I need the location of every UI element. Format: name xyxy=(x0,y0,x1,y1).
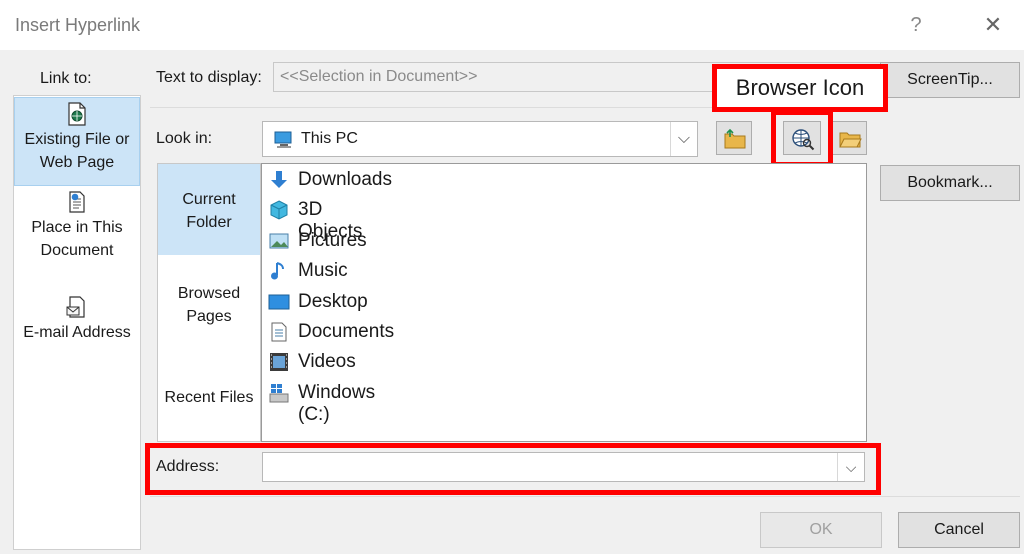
computer-icon xyxy=(274,131,292,148)
up-folder-icon xyxy=(724,128,746,149)
close-button[interactable]: ✕ xyxy=(978,10,1008,40)
pictures-icon xyxy=(269,233,289,249)
link-email-label: E-mail Address xyxy=(23,324,131,341)
browse-file-button[interactable] xyxy=(831,121,867,155)
browser-icon-annotation: Browser Icon xyxy=(712,64,888,112)
browser-icon-highlight xyxy=(771,110,833,167)
place-current-folder[interactable]: Current Folder xyxy=(158,164,260,255)
divider xyxy=(150,496,1020,497)
downloads-icon xyxy=(271,171,287,188)
link-existing-file-label-b: Web Page xyxy=(39,154,115,171)
cancel-button[interactable]: Cancel xyxy=(898,512,1020,548)
address-highlight xyxy=(145,443,881,495)
help-button[interactable]: ? xyxy=(903,10,929,40)
up-folder-button[interactable] xyxy=(716,121,752,155)
3d-objects-icon xyxy=(270,200,288,220)
place-browsed-pages[interactable]: Browsed Pages xyxy=(158,282,260,330)
link-place-label-a: Place in This xyxy=(31,219,123,236)
list-item-label: Music xyxy=(298,260,348,281)
document-place-icon xyxy=(69,191,85,213)
look-in-label: Look in: xyxy=(156,130,213,147)
place-browsed-pages-label: Browsed Pages xyxy=(177,285,241,325)
link-to-label: Link to: xyxy=(40,70,92,87)
open-folder-icon xyxy=(839,132,862,148)
bookmark-button[interactable]: Bookmark... xyxy=(880,165,1020,201)
list-item-label: Documents xyxy=(298,321,395,342)
ok-button[interactable]: OK xyxy=(760,512,882,548)
place-current-folder-label: Current Folder xyxy=(182,191,236,231)
link-existing-file-label-a: Existing File or xyxy=(24,131,130,148)
place-recent-files[interactable]: Recent Files xyxy=(158,386,260,410)
documents-icon xyxy=(271,322,287,342)
list-item-label: Downloads xyxy=(298,169,392,190)
screentip-button[interactable]: ScreenTip... xyxy=(880,62,1020,98)
email-icon xyxy=(66,296,85,318)
windows-drive-icon xyxy=(269,384,289,403)
chevron-down-icon[interactable]: ⌵ xyxy=(670,122,697,156)
look-in-value: This PC xyxy=(301,130,358,147)
place-recent-files-label: Recent Files xyxy=(164,389,254,406)
list-item-label: Pictures xyxy=(298,230,367,251)
link-place-in-document[interactable]: Place in This Document xyxy=(14,190,140,266)
link-email-address[interactable]: E-mail Address xyxy=(14,295,140,347)
list-item-label: Windows (C:) xyxy=(298,382,376,425)
title-bar xyxy=(0,0,1024,50)
file-web-icon xyxy=(68,102,86,126)
link-existing-file[interactable]: Existing File or Web Page xyxy=(14,97,140,186)
look-in-dropdown[interactable]: This PC ⌵ xyxy=(262,121,698,157)
desktop-icon xyxy=(268,294,290,310)
text-to-display-label: Text to display: xyxy=(156,69,262,86)
music-icon xyxy=(271,262,284,280)
dialog-title: Insert Hyperlink xyxy=(15,15,141,35)
videos-icon xyxy=(270,353,288,371)
list-item-label: Videos xyxy=(298,351,356,372)
list-item-label: Desktop xyxy=(298,291,368,312)
link-place-label-b: Document xyxy=(40,242,114,259)
